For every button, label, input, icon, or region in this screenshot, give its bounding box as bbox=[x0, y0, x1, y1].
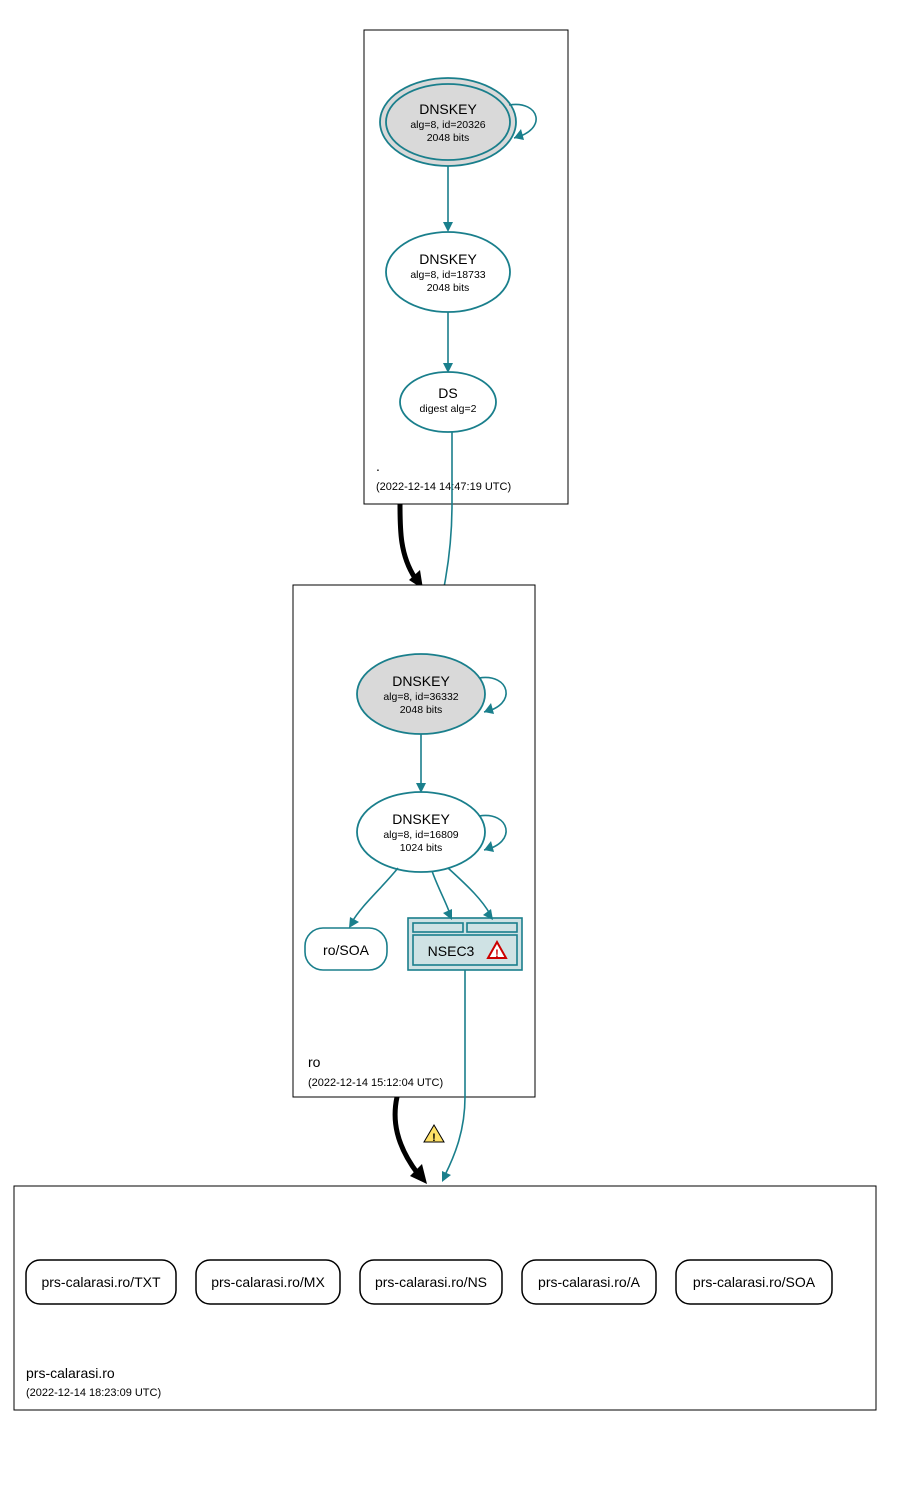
dnssec-graph: . (2022-12-14 14:47:19 UTC) DNSKEY alg=8… bbox=[0, 0, 912, 1496]
edge-delegation-ro-domain bbox=[395, 1097, 418, 1174]
zone-ro-label: ro bbox=[308, 1054, 321, 1070]
svg-text:prs-calarasi.ro/NS: prs-calarasi.ro/NS bbox=[375, 1274, 487, 1290]
svg-text:2048 bits: 2048 bits bbox=[400, 704, 443, 716]
node-ro-zsk: DNSKEY alg=8, id=16809 1024 bits bbox=[357, 792, 485, 872]
svg-text:alg=8, id=36332: alg=8, id=36332 bbox=[383, 691, 458, 703]
zone-ro: ro (2022-12-14 15:12:04 UTC) DNSKEY alg=… bbox=[293, 585, 535, 1097]
svg-text:DS: DS bbox=[438, 385, 457, 401]
svg-text:DNSKEY: DNSKEY bbox=[419, 101, 477, 117]
svg-text:1024 bits: 1024 bits bbox=[400, 842, 443, 854]
record-soa: prs-calarasi.ro/SOA bbox=[676, 1260, 832, 1304]
svg-text:prs-calarasi.ro/MX: prs-calarasi.ro/MX bbox=[211, 1274, 325, 1290]
svg-text:2048 bits: 2048 bits bbox=[427, 132, 470, 144]
record-mx: prs-calarasi.ro/MX bbox=[196, 1260, 340, 1304]
zone-domain-label: prs-calarasi.ro bbox=[26, 1365, 115, 1381]
svg-text:prs-calarasi.ro/A: prs-calarasi.ro/A bbox=[538, 1274, 641, 1290]
record-ns: prs-calarasi.ro/NS bbox=[360, 1260, 502, 1304]
zone-root-label: . bbox=[376, 458, 380, 474]
zone-root: . (2022-12-14 14:47:19 UTC) DNSKEY alg=8… bbox=[364, 30, 568, 504]
edge-delegation-root-ro bbox=[400, 504, 415, 578]
node-root-ksk: DNSKEY alg=8, id=20326 2048 bits bbox=[380, 78, 516, 166]
zone-domain: prs-calarasi.ro (2022-12-14 18:23:09 UTC… bbox=[14, 1186, 876, 1410]
svg-text:digest alg=2: digest alg=2 bbox=[420, 403, 477, 415]
svg-text:alg=8, id=16809: alg=8, id=16809 bbox=[383, 829, 458, 841]
svg-text:ro/SOA: ro/SOA bbox=[323, 942, 370, 958]
zone-domain-time: (2022-12-14 18:23:09 UTC) bbox=[26, 1387, 161, 1399]
node-ro-ksk: DNSKEY alg=8, id=36332 2048 bits bbox=[357, 654, 485, 734]
svg-text:DNSKEY: DNSKEY bbox=[392, 673, 450, 689]
node-root-ds: DS digest alg=2 bbox=[400, 372, 496, 432]
svg-text:alg=8, id=20326: alg=8, id=20326 bbox=[410, 119, 485, 131]
svg-text:alg=8, id=18733: alg=8, id=18733 bbox=[410, 269, 485, 281]
svg-text:DNSKEY: DNSKEY bbox=[392, 811, 450, 827]
node-root-zsk: DNSKEY alg=8, id=18733 2048 bits bbox=[386, 232, 510, 312]
record-a: prs-calarasi.ro/A bbox=[522, 1260, 656, 1304]
svg-text:prs-calarasi.ro/TXT: prs-calarasi.ro/TXT bbox=[41, 1274, 160, 1290]
node-ro-nsec3: NSEC3 ! bbox=[408, 918, 522, 970]
svg-text:NSEC3: NSEC3 bbox=[428, 943, 475, 959]
svg-text:DNSKEY: DNSKEY bbox=[419, 251, 477, 267]
zone-ro-time: (2022-12-14 15:12:04 UTC) bbox=[308, 1077, 443, 1089]
svg-text:!: ! bbox=[432, 1132, 436, 1144]
record-txt: prs-calarasi.ro/TXT bbox=[26, 1260, 176, 1304]
svg-text:2048 bits: 2048 bits bbox=[427, 282, 470, 294]
svg-text:!: ! bbox=[495, 948, 499, 960]
svg-text:prs-calarasi.ro/SOA: prs-calarasi.ro/SOA bbox=[693, 1274, 816, 1290]
warning-icon: ! bbox=[424, 1125, 444, 1144]
zone-root-time: (2022-12-14 14:47:19 UTC) bbox=[376, 481, 511, 493]
node-ro-soa: ro/SOA bbox=[305, 928, 387, 970]
